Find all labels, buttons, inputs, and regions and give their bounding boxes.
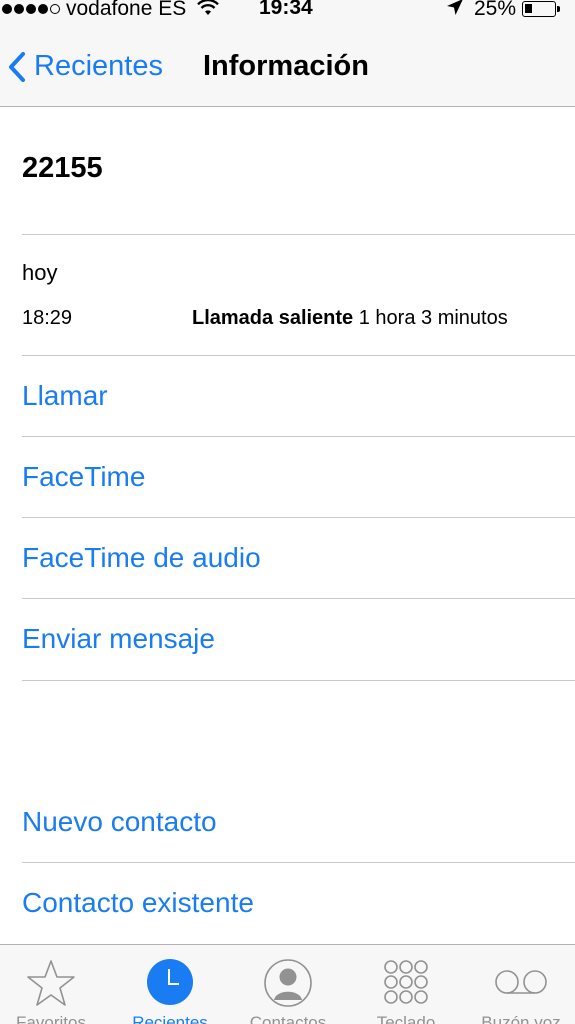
page-title: Información — [203, 50, 369, 82]
battery-tip — [557, 6, 561, 12]
tab-label: Favoritos — [16, 1013, 86, 1024]
navigation-bar: Recientes Información — [0, 26, 575, 107]
call-day: hoy — [22, 260, 58, 285]
tab-label: Recientes — [132, 1013, 208, 1024]
new-contact-button[interactable]: Nuevo contacto — [22, 806, 217, 838]
tab-label: Buzón voz — [481, 1013, 561, 1024]
wifi-icon — [196, 0, 220, 20]
tab-buzon-voz[interactable]: Buzón voz — [466, 945, 575, 1024]
status-bar: vodafone ES 19:34 25% — [0, 0, 575, 26]
back-button[interactable]: Recientes — [8, 50, 163, 83]
divider — [22, 680, 575, 681]
call-button[interactable]: Llamar — [22, 380, 108, 412]
tab-label: Teclado — [376, 1013, 436, 1024]
call-type: Llamada saliente — [192, 307, 354, 329]
keypad-icon — [382, 958, 430, 1011]
status-right: 25% — [446, 0, 561, 20]
phone-number: 22155 — [22, 152, 103, 184]
status-left: vodafone ES — [2, 0, 220, 20]
facetime-audio-button[interactable]: FaceTime de audio — [22, 542, 261, 574]
back-label: Recientes — [34, 50, 163, 82]
tab-contactos[interactable]: Contactos — [233, 945, 343, 1024]
tab-bar: Favoritos Recientes Contactos Teclado Bu… — [0, 944, 575, 1024]
chevron-left-icon — [9, 51, 25, 82]
signal-strength-icon — [2, 4, 60, 14]
star-icon — [26, 958, 76, 1013]
tab-label: Contactos — [249, 1013, 327, 1024]
divider — [22, 517, 575, 518]
divider — [22, 234, 575, 235]
battery-percent: 25% — [474, 0, 517, 20]
divider — [22, 598, 575, 599]
divider — [22, 355, 575, 356]
facetime-button[interactable]: FaceTime — [22, 461, 145, 493]
tab-teclado[interactable]: Teclado — [351, 945, 461, 1024]
call-duration: 1 hora 3 minutos — [358, 307, 508, 329]
carrier-name: vodafone ES — [66, 0, 187, 20]
call-time: 18:29 — [22, 307, 73, 329]
battery-icon — [522, 1, 557, 17]
status-time: 19:34 — [259, 0, 313, 19]
divider — [22, 436, 575, 437]
clock-icon — [146, 958, 194, 1011]
tab-favoritos[interactable]: Favoritos — [0, 945, 106, 1024]
call-details: Llamada saliente 1 hora 3 minutos — [192, 307, 508, 330]
voicemail-icon — [493, 967, 549, 1002]
send-message-button[interactable]: Enviar mensaje — [22, 623, 215, 655]
location-arrow-icon — [446, 0, 464, 20]
existing-contact-button[interactable]: Contacto existente — [22, 887, 254, 919]
divider — [22, 862, 575, 863]
person-icon — [263, 958, 313, 1013]
tab-recientes[interactable]: Recientes — [115, 945, 225, 1024]
phone-screen: vodafone ES 19:34 25% Recientes Informac… — [0, 0, 575, 1024]
